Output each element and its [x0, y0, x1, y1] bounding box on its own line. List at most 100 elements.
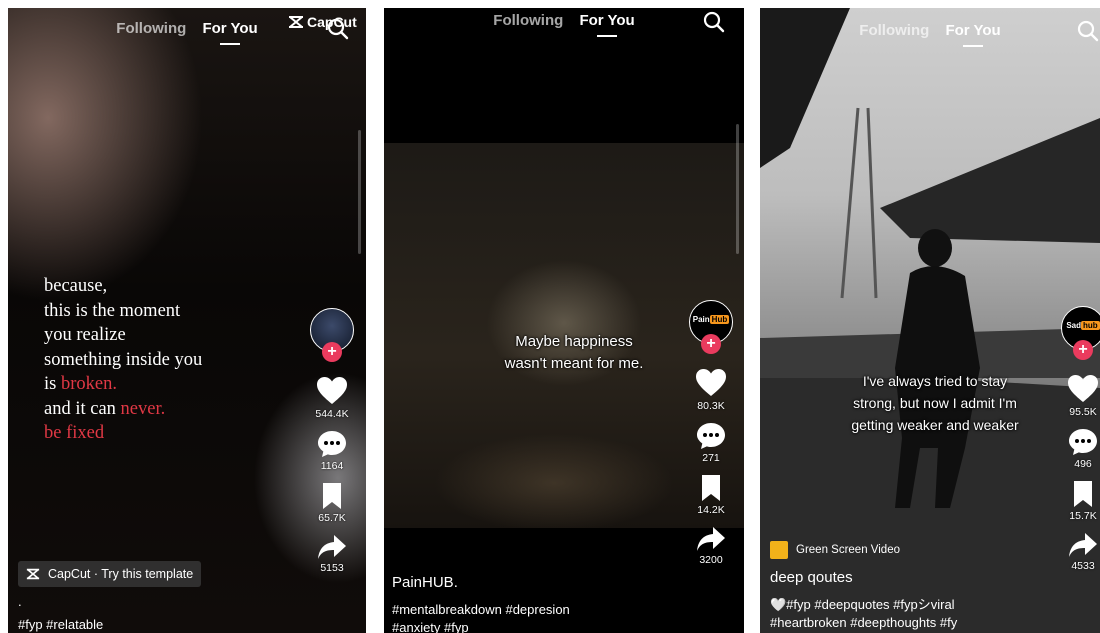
description-dot: . — [18, 594, 22, 609]
heart-icon — [1068, 375, 1098, 402]
caption-line-red: be fixed — [44, 423, 105, 443]
bookmark-icon — [1074, 481, 1092, 507]
save-button[interactable]: 15.7K — [1057, 480, 1100, 522]
video-description: . #fyp #relatable — [18, 594, 103, 633]
bookmark-icon — [323, 483, 341, 509]
avatar-logo-text: Pain — [692, 315, 710, 324]
save-count: 65.7K — [318, 512, 346, 524]
save-count: 15.7K — [1069, 510, 1097, 522]
scene-person-head — [918, 229, 952, 267]
template-label: CapCut · Try this template — [48, 567, 194, 581]
caption-line: and it can never. — [44, 397, 202, 422]
share-button[interactable]: 3200 — [685, 526, 737, 566]
video-description: PainHUB. #mentalbreakdown #depresion #an… — [392, 574, 570, 633]
search-icon[interactable] — [1076, 19, 1100, 43]
follow-button[interactable]: + — [1073, 340, 1093, 360]
save-button[interactable]: 14.2K — [685, 474, 737, 516]
share-icon — [318, 535, 346, 559]
follow-button[interactable]: + — [322, 342, 342, 362]
share-icon — [1069, 533, 1097, 557]
caption-line: is broken. — [44, 372, 202, 397]
comment-button[interactable]: 1164 — [306, 430, 358, 472]
tab-for-you[interactable]: For You — [579, 12, 635, 37]
creator-avatar[interactable]: Sad hub + — [1061, 306, 1100, 360]
comment-count: 1164 — [320, 460, 344, 472]
author-name[interactable]: PainHUB. — [392, 574, 570, 591]
effect-icon — [770, 541, 788, 559]
save-count: 14.2K — [697, 504, 725, 516]
tab-following[interactable]: Following — [493, 12, 563, 29]
like-button[interactable]: 544.4K — [306, 376, 358, 420]
tab-following[interactable]: Following — [116, 20, 186, 37]
scene-pylon — [840, 107, 860, 299]
caption-line: getting weaker and weaker — [851, 417, 1019, 433]
follow-button[interactable]: + — [701, 334, 721, 354]
action-rail: Pain Hub + 80.3K 271 14.2K 3200 — [685, 300, 737, 566]
like-button[interactable]: 95.5K — [1057, 374, 1100, 418]
search-icon[interactable] — [702, 10, 726, 34]
action-rail: Sad hub + 95.5K 496 15.7K 4533 — [1057, 306, 1100, 572]
scrollbar[interactable] — [358, 130, 361, 254]
video-panel-3[interactable]: Following For You I've always tried to s… — [760, 8, 1100, 633]
save-button[interactable]: 65.7K — [306, 482, 358, 524]
capcut-watermark: CapCut — [288, 14, 357, 30]
like-button[interactable]: 80.3K — [685, 368, 737, 412]
comment-icon — [318, 431, 346, 457]
hashtags[interactable]: #anxiety #fyp — [392, 619, 570, 633]
caption-line: strong, but now I admit I'm — [853, 395, 1017, 411]
effect-label: Green Screen Video — [796, 544, 900, 556]
caption-line: something inside you — [44, 349, 203, 370]
action-rail: + 544.4K 1164 65.7K 5153 — [306, 308, 358, 574]
video-panel-2[interactable]: Following For You Maybe happiness wasn't… — [384, 8, 744, 633]
scene-illustration — [760, 8, 1100, 633]
comment-count: 271 — [702, 452, 720, 464]
comment-count: 496 — [1074, 458, 1092, 470]
creator-avatar[interactable]: + — [310, 308, 354, 362]
comment-icon — [1069, 429, 1097, 455]
feed-tabs: Following For You — [760, 22, 1100, 47]
share-button[interactable]: 4533 — [1057, 532, 1100, 572]
comment-icon — [697, 423, 725, 449]
hashtags[interactable]: #heartbroken #deepthoughts #fy — [770, 614, 957, 632]
scrollbar[interactable] — [736, 124, 739, 254]
caption-line: wasn't meant for me. — [504, 355, 644, 372]
share-icon — [697, 527, 725, 551]
author-name[interactable]: deep qoutes — [770, 569, 957, 586]
caption-line: because, — [44, 276, 108, 296]
comment-button[interactable]: 496 — [1057, 428, 1100, 470]
comment-button[interactable]: 271 — [685, 422, 737, 464]
capcut-label: CapCut — [307, 14, 357, 30]
hashtags[interactable]: #mentalbreakdown #depresion — [392, 601, 570, 619]
avatar-logo: Sad hub — [1062, 321, 1100, 330]
capcut-template-button[interactable]: CapCut · Try this template — [18, 561, 202, 587]
like-count: 95.5K — [1069, 406, 1097, 418]
capcut-icon — [26, 568, 40, 580]
tab-for-you[interactable]: For You — [202, 20, 258, 45]
caption-line: this is the moment — [44, 300, 181, 321]
hashtags[interactable]: 🤍#fyp #deepquotes #fypシviral — [770, 596, 957, 614]
caption-word-red: broken. — [60, 374, 117, 394]
share-count: 3200 — [699, 554, 723, 566]
video-panel-1[interactable]: Following For You CapCut because, this i… — [8, 8, 366, 633]
share-button[interactable]: 5153 — [306, 534, 358, 574]
tab-following[interactable]: Following — [859, 22, 929, 39]
share-count: 5153 — [320, 562, 344, 574]
caption-word: is — [44, 374, 57, 394]
video-description: Green Screen Video deep qoutes 🤍#fyp #de… — [770, 541, 957, 632]
video-caption: because, this is the moment you realize … — [44, 274, 202, 446]
effect-tag[interactable]: Green Screen Video — [770, 541, 957, 559]
hashtags[interactable]: #fyp #relatable — [18, 616, 103, 633]
like-count: 544.4K — [315, 408, 349, 420]
caption-line: I've always tried to stay — [862, 373, 1008, 389]
tab-for-you[interactable]: For You — [945, 22, 1001, 47]
feed-tabs: Following For You — [384, 12, 744, 37]
caption-line: Maybe happiness — [515, 333, 633, 350]
like-count: 80.3K — [697, 400, 725, 412]
creator-avatar[interactable]: Pain Hub + — [689, 300, 733, 354]
caption-word-red: never. — [120, 398, 166, 419]
avatar-logo-hub: Hub — [709, 315, 730, 324]
video-caption: Maybe happiness wasn't meant for me. — [464, 331, 684, 375]
caption-line: you realize — [44, 325, 126, 345]
avatar-logo-hub: hub — [1081, 321, 1100, 330]
bookmark-icon — [702, 475, 720, 501]
